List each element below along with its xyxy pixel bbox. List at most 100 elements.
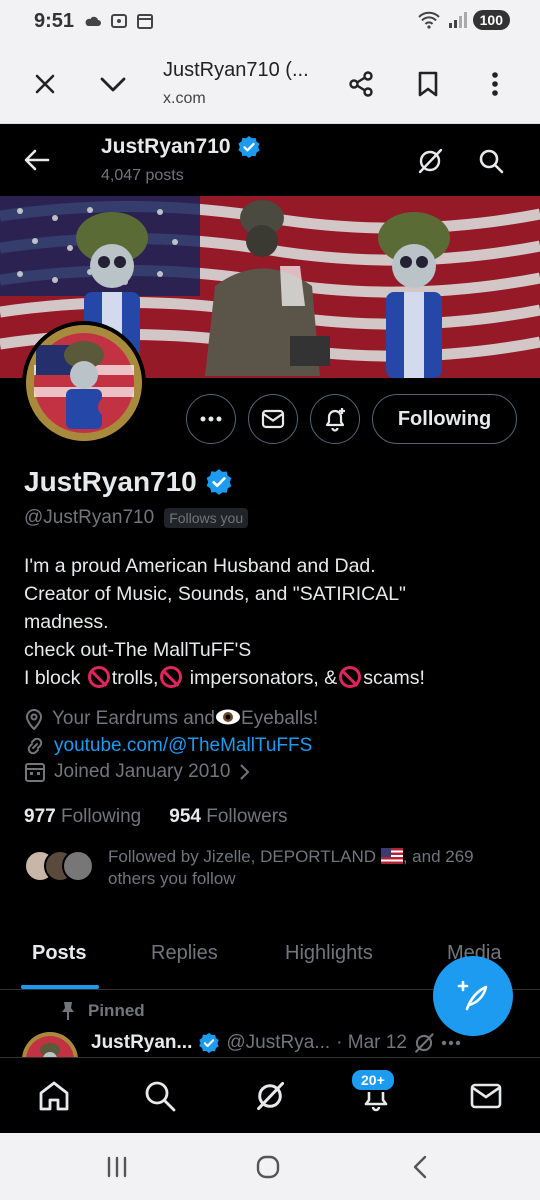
home-circle-icon: [256, 1155, 280, 1179]
followed-by-line2: others you follow: [108, 869, 236, 888]
followers-stat[interactable]: 954 Followers: [169, 806, 287, 828]
recent-apps-button[interactable]: [104, 1153, 130, 1181]
chevron-down-icon: [100, 77, 126, 92]
post-author-handle: @JustRya...: [226, 1032, 331, 1053]
website-link[interactable]: youtube.com/@TheMallTuFFS: [54, 735, 312, 757]
post-more-icon[interactable]: [441, 1040, 461, 1046]
following-stat[interactable]: 977 Following: [24, 806, 141, 828]
followers-label: Followers: [206, 806, 288, 827]
followed-by[interactable]: Followed by Jizelle, DEPORTLAND , and 26…: [24, 846, 524, 894]
tab-replies[interactable]: Replies: [151, 942, 218, 965]
prohibited-icon: [87, 666, 110, 688]
bio-block-scams: scams!: [363, 667, 425, 689]
joined-text: Joined January 2010: [54, 761, 231, 782]
followed-by-names: Followed by Jizelle, DEPORTLAND: [108, 847, 376, 866]
back-button[interactable]: [18, 141, 56, 179]
recents-icon: [107, 1156, 127, 1178]
nav-grok[interactable]: [250, 1076, 290, 1116]
bio-line-block: I block trolls, impersonators, & scams!: [24, 664, 524, 692]
status-bar: 9:51 100: [0, 0, 540, 44]
back-chevron-icon: [413, 1155, 427, 1179]
home-icon: [39, 1081, 69, 1111]
back-arrow-icon: [24, 149, 50, 171]
bookmark-icon: [418, 71, 438, 97]
post-header: JustRyan... @JustRya... · Mar 12: [91, 1032, 461, 1054]
more-horizontal-icon: [200, 416, 222, 422]
browser-toolbar: JustRyan710 (... x.com: [0, 44, 540, 124]
follower-avatar: [62, 850, 94, 882]
pin-icon: [62, 1002, 74, 1020]
grok-icon[interactable]: [413, 1032, 435, 1054]
tab-posts[interactable]: Posts: [32, 942, 86, 965]
pinned-label: Pinned: [88, 1001, 145, 1020]
verified-badge-icon: [199, 1032, 220, 1054]
followed-by-rest: , and 269: [402, 847, 474, 866]
envelope-icon: [470, 1083, 502, 1109]
post-date: · Mar 12: [336, 1032, 407, 1053]
status-time: 9:51: [34, 10, 75, 32]
followed-by-text: Followed by Jizelle, DEPORTLAND , and 26…: [108, 846, 474, 890]
link-icon: [27, 737, 43, 755]
top-bar-name: JustRyan710: [101, 135, 261, 159]
search-icon: [145, 1081, 176, 1112]
follows-you-badge: Follows you: [164, 508, 249, 528]
close-icon: [35, 74, 55, 94]
profile-bio: I'm a proud American Husband and Dad. Cr…: [24, 552, 524, 692]
signal-icon: [448, 12, 467, 28]
us-flag-emoji-icon: [380, 848, 403, 864]
post-author-name: JustRyan...: [91, 1032, 193, 1053]
bio-line: check out-The MallTuFF'S: [24, 639, 252, 661]
search-icon: [479, 149, 504, 174]
location-prefix: Your Eardrums and: [52, 708, 216, 729]
search-button[interactable]: [472, 142, 510, 180]
profile-top-bar: JustRyan710 4,047 posts: [0, 124, 540, 196]
nav-messages[interactable]: [466, 1076, 506, 1116]
screenshot-icon: [111, 14, 127, 28]
browser-url: x.com: [163, 90, 206, 107]
prohibited-icon: [160, 666, 183, 688]
close-tab-button[interactable]: [25, 64, 65, 104]
message-button[interactable]: [248, 394, 298, 444]
follow-stats: 977 Following 954 Followers: [24, 806, 288, 828]
wifi-icon: [417, 11, 440, 29]
status-notification-icons: [84, 12, 154, 30]
profile-website[interactable]: youtube.com/@TheMallTuFFS: [24, 735, 312, 757]
more-vertical-icon: [492, 72, 498, 96]
back-system-button[interactable]: [408, 1153, 432, 1181]
grok-icon: [418, 148, 443, 174]
compose-feather-icon: [457, 980, 488, 1011]
followers-count: 954: [169, 806, 201, 827]
notifications-subscribe-button[interactable]: [310, 394, 360, 444]
browser-page-title: JustRyan710 (...: [163, 59, 309, 81]
following-count: 977: [24, 806, 56, 827]
chevron-right-icon: [240, 764, 250, 780]
bio-block-prefix: I block: [24, 667, 86, 689]
home-system-button[interactable]: [254, 1153, 282, 1181]
bell-plus-icon: [325, 408, 345, 432]
bio-block-trolls: trolls,: [111, 667, 159, 689]
profile-joined[interactable]: Joined January 2010: [24, 761, 250, 783]
more-actions-button[interactable]: [186, 394, 236, 444]
minimize-tab-button[interactable]: [93, 64, 133, 104]
pinned-indicator: Pinned: [60, 1001, 145, 1021]
more-options-button[interactable]: [475, 64, 515, 104]
share-icon: [349, 71, 373, 97]
following-label: Following: [60, 806, 142, 827]
profile-actions: Following: [0, 394, 540, 444]
bottom-navigation: 20+: [0, 1057, 540, 1133]
location-text: Your Eardrums and Eyeballs!: [52, 708, 318, 730]
verified-badge-icon: [206, 469, 232, 495]
nav-home[interactable]: [34, 1076, 74, 1116]
tab-highlights[interactable]: Highlights: [285, 942, 373, 965]
nav-explore[interactable]: [140, 1076, 180, 1116]
bio-block-impersonators: impersonators, &: [184, 667, 338, 689]
profile-location: Your Eardrums and Eyeballs!: [24, 708, 318, 730]
bookmark-button[interactable]: [408, 64, 448, 104]
bio-line: I'm a proud American Husband and Dad.: [24, 555, 376, 577]
compose-post-button[interactable]: [433, 956, 513, 1036]
grok-button[interactable]: [411, 142, 449, 180]
following-button[interactable]: Following: [372, 394, 517, 444]
share-button[interactable]: [341, 64, 381, 104]
prohibited-icon: [339, 666, 362, 688]
x-app: JustRyan710 4,047 posts Following JustRy…: [0, 124, 540, 1133]
